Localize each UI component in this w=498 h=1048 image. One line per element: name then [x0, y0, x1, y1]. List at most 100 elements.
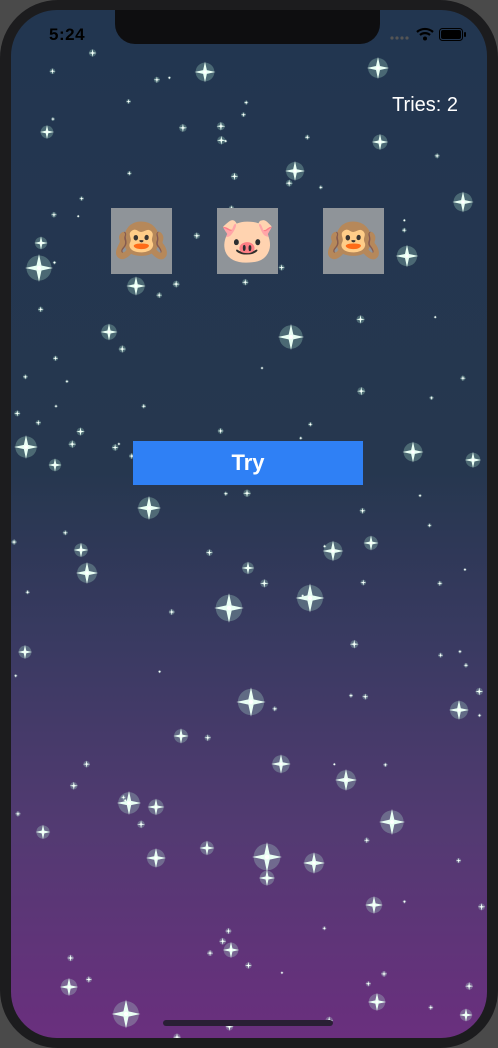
sparkle-star: [402, 899, 407, 904]
sparkle-star: [172, 280, 180, 288]
sparkle-star: [303, 852, 325, 874]
sparkle-star: [48, 458, 62, 472]
sparkle-star: [111, 443, 119, 452]
sparkle-star: [258, 869, 276, 887]
sparkle-star: [126, 276, 146, 296]
sparkle-star: [260, 366, 264, 370]
sparkle-star: [365, 980, 372, 987]
sparkle-star: [75, 561, 99, 585]
sparkle-star: [458, 649, 462, 654]
sparkle-star: [465, 982, 474, 991]
sparkle-star: [111, 999, 141, 1029]
sparkle-star: [433, 315, 437, 319]
sparkle-star: [49, 68, 56, 75]
sparkle-star: [437, 652, 444, 658]
sparkle-star: [360, 579, 367, 586]
sparkle-star: [136, 820, 146, 829]
slot-3: 🙉: [323, 208, 384, 274]
sparkle-star: [54, 404, 58, 408]
slot-2: 🐷: [217, 208, 278, 274]
sparkle-star: [379, 809, 405, 835]
sparkle-star: [11, 539, 17, 545]
battery-icon: [439, 26, 467, 45]
pig-face-icon: 🐷: [220, 215, 275, 266]
sparkle-star: [79, 196, 85, 202]
sparkle-star: [13, 673, 18, 678]
game-screen: 5:24 Tries: 2 🙉 🐷 🙉 Try: [11, 10, 487, 1038]
sparkle-star: [168, 608, 175, 616]
sparkle-star: [214, 593, 244, 623]
sparkle-star: [437, 580, 443, 587]
sparkle-star: [216, 135, 226, 145]
sparkle-star: [167, 76, 172, 80]
starfield: [11, 48, 486, 1038]
sparkle-star: [50, 117, 56, 122]
sparkle-star: [459, 1008, 473, 1022]
sparkle-star: [401, 227, 407, 233]
sparkle-star: [259, 579, 269, 588]
sparkle-star: [295, 583, 325, 613]
sparkle-star: [157, 669, 162, 674]
sparkle-star: [434, 153, 440, 159]
sparkle-star: [307, 421, 313, 427]
sparkle-star: [222, 941, 240, 959]
signal-dots-icon: [389, 26, 411, 45]
sparkle-star: [252, 842, 282, 872]
sparkle-star: [156, 292, 163, 299]
sparkle-star: [362, 693, 369, 700]
sparkle-star: [241, 561, 255, 575]
sparkle-star: [429, 395, 434, 401]
sparkle-star: [35, 419, 42, 426]
sparkle-star: [68, 440, 77, 449]
sparkle-star: [318, 185, 323, 190]
sparkle-star: [193, 232, 201, 240]
slot-1: 🙉: [111, 208, 172, 274]
try-button[interactable]: Try: [133, 441, 363, 485]
sparkle-star: [271, 754, 291, 774]
sparkle-star: [363, 837, 370, 844]
sparkle-star: [427, 523, 432, 528]
sparkle-star: [356, 315, 365, 324]
sparkle-star: [363, 535, 379, 551]
sparkle-star: [62, 530, 68, 536]
device-notch: [115, 10, 380, 44]
sparkle-star: [136, 495, 162, 521]
sparkle-star: [76, 427, 85, 436]
sparkle-star: [67, 954, 75, 962]
sparkle-star: [100, 323, 118, 341]
sparkle-star: [117, 442, 121, 446]
sparkle-star: [216, 121, 226, 131]
sparkle-star: [464, 451, 482, 469]
sparkle-star: [285, 179, 293, 187]
sparkle-star: [277, 323, 305, 351]
home-indicator[interactable]: [163, 1020, 333, 1026]
sparkle-star: [460, 375, 466, 381]
sparkle-star: [173, 728, 189, 744]
tries-counter: Tries: 2: [392, 94, 458, 116]
sparkle-star: [206, 949, 214, 957]
sparkle-star: [178, 123, 188, 133]
sparkle-star: [428, 1004, 434, 1011]
sparkle-star: [278, 264, 285, 271]
sparkle-star: [402, 218, 406, 222]
wifi-icon: [416, 26, 434, 45]
sparkle-star: [285, 161, 305, 181]
sparkle-star: [59, 977, 79, 997]
sparkle-star: [25, 589, 30, 595]
hear-no-evil-monkey-icon: 🙉: [326, 215, 381, 266]
sparkle-star: [17, 644, 33, 660]
sparkle-star: [243, 100, 249, 105]
sparkle-star: [241, 278, 249, 286]
sparkle-star: [65, 379, 69, 384]
sparkle-star: [118, 345, 127, 353]
sparkle-star: [85, 976, 93, 983]
sparkle-star: [37, 306, 44, 313]
sparkle-star: [335, 769, 357, 791]
sparkle-star: [219, 937, 227, 945]
sparkle-star: [141, 403, 147, 409]
sparkle-star: [299, 436, 303, 440]
sparkle-star: [477, 713, 482, 718]
sparkle-star: [449, 700, 469, 720]
sparkle-star: [243, 489, 252, 498]
sparkle-star: [126, 170, 132, 176]
